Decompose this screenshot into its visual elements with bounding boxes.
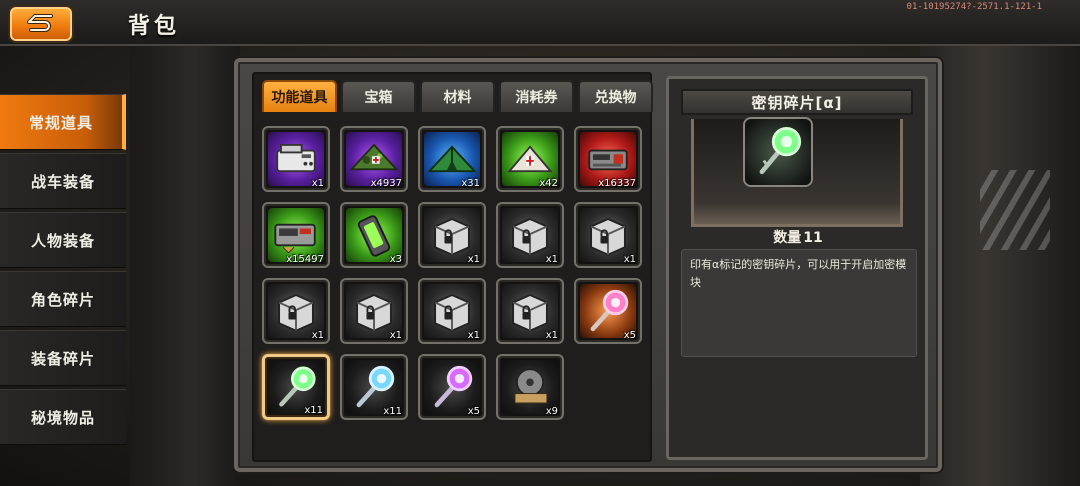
slot-quantity: x5: [467, 406, 480, 417]
inventory-slot[interactable]: x3: [340, 202, 408, 268]
slot-quantity: x5: [623, 330, 636, 341]
slot-quantity: x11: [304, 405, 323, 416]
inventory-grid: x1 x4937 x31 x42 x16337 x15497 x3 x1 x1 x1 x1 x1 x1 x…: [262, 126, 652, 420]
item-tabs: 功能道具 宝箱 材料 消耗券 兑换物: [262, 80, 653, 112]
slot-quantity: x1: [623, 254, 636, 265]
inventory-slot[interactable]: x9: [496, 354, 564, 420]
background-corridor-left: [130, 40, 240, 486]
item-detail-panel: 密钥碎片[α] 数量 11 印有α标记的密钥碎片，可以用于开启加密模块: [666, 76, 928, 460]
slot-quantity: x1: [467, 254, 480, 265]
back-arrow-icon: [27, 14, 53, 32]
sidebar-item-secret-realm-items[interactable]: 秘境物品: [0, 389, 126, 445]
backpack-panel: 功能道具 宝箱 材料 消耗券 兑换物 x1 x4937 x31 x42 x16337 x1…: [234, 58, 942, 472]
sidebar-item-label: 战车装备: [30, 172, 95, 191]
sidebar-item-equipment-fragments[interactable]: 装备碎片: [0, 330, 126, 386]
sidebar-item-label: 人物装备: [30, 231, 95, 250]
inventory-slot[interactable]: x1: [340, 278, 408, 344]
inventory-slot[interactable]: x5: [574, 278, 642, 344]
inventory-slot[interactable]: x1: [496, 202, 564, 268]
tab-exchange-items[interactable]: 兑换物: [578, 80, 653, 112]
green-key-icon: [745, 119, 811, 185]
inventory-slot[interactable]: x1: [418, 202, 486, 268]
inventory-slot[interactable]: x11: [262, 354, 330, 420]
sidebar-item-label: 角色碎片: [30, 290, 95, 309]
background-corridor-right: [920, 40, 1080, 486]
slot-quantity: x1: [311, 330, 324, 341]
slot-quantity: x1: [545, 254, 558, 265]
tab-consumable-vouchers[interactable]: 消耗券: [499, 80, 574, 112]
sidebar-item-character-fragments[interactable]: 角色碎片: [0, 271, 126, 327]
inventory-area: 功能道具 宝箱 材料 消耗券 兑换物 x1 x4937 x31 x42 x16337 x1…: [252, 72, 653, 462]
sidebar-item-character-equipment[interactable]: 人物装备: [0, 212, 126, 268]
sidebar-item-label: 常规道具: [28, 113, 93, 132]
slot-quantity: x3: [389, 254, 402, 265]
inventory-slot[interactable]: x1: [262, 126, 330, 192]
selected-item-icon: [743, 117, 813, 187]
sidebar-item-vehicle-equipment[interactable]: 战车装备: [0, 153, 126, 209]
inventory-slot[interactable]: x1: [262, 278, 330, 344]
top-bar: 背包 01-10195274?-2571.1-121-1: [0, 0, 1080, 46]
background-light-stripes: [980, 170, 1050, 250]
tab-chests[interactable]: 宝箱: [341, 80, 416, 112]
sidebar-item-label: 秘境物品: [30, 408, 95, 427]
slot-quantity: x1: [389, 330, 402, 341]
quantity-value: 11: [803, 230, 823, 246]
sidebar-item-label: 装备碎片: [30, 349, 95, 368]
tab-functional-items[interactable]: 功能道具: [262, 80, 337, 112]
slot-quantity: x9: [545, 406, 558, 417]
inventory-slot[interactable]: x15497: [262, 202, 330, 268]
version-string: 01-10195274?-2571.1-121-1: [906, 2, 1042, 12]
inventory-slot[interactable]: x1: [574, 202, 642, 268]
inventory-slot[interactable]: x31: [418, 126, 486, 192]
sidebar-item-regular-items[interactable]: 常规道具: [0, 94, 126, 150]
slot-quantity: x1: [545, 330, 558, 341]
inventory-slot[interactable]: x1: [418, 278, 486, 344]
slot-quantity: x4937: [370, 178, 402, 189]
slot-quantity: x42: [539, 178, 558, 189]
inventory-slot[interactable]: x4937: [340, 126, 408, 192]
inventory-slot[interactable]: x5: [418, 354, 486, 420]
inventory-slot[interactable]: x11: [340, 354, 408, 420]
item-name: 密钥碎片[α]: [681, 89, 913, 115]
tab-materials[interactable]: 材料: [420, 80, 495, 112]
category-sidebar: 常规道具 战车装备 人物装备 角色碎片 装备碎片 秘境物品: [0, 94, 128, 486]
item-description: 印有α标记的密钥碎片，可以用于开启加密模块: [681, 249, 917, 357]
inventory-slot[interactable]: x1: [496, 278, 564, 344]
slot-quantity: x31: [461, 178, 480, 189]
item-quantity: 数量 11: [669, 227, 925, 247]
slot-quantity: x16337: [598, 178, 636, 189]
slot-quantity: x11: [383, 406, 402, 417]
inventory-slot[interactable]: x16337: [574, 126, 642, 192]
slot-quantity: x15497: [286, 254, 324, 265]
page-title: 背包: [128, 14, 181, 39]
inventory-slot[interactable]: x42: [496, 126, 564, 192]
slot-quantity: x1: [311, 178, 324, 189]
quantity-label: 数量: [773, 230, 802, 246]
slot-quantity: x1: [467, 330, 480, 341]
back-button[interactable]: [8, 5, 74, 43]
